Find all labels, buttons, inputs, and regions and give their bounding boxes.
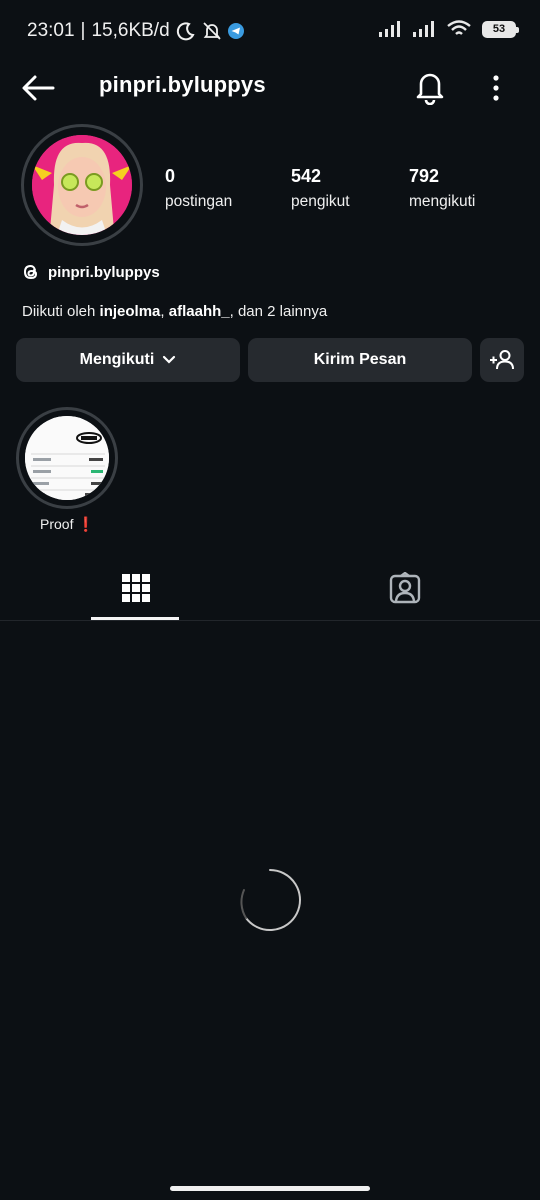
grid-icon[interactable]	[121, 572, 151, 604]
notification-bell-icon[interactable]	[414, 69, 446, 105]
signal-icon-1	[379, 21, 400, 37]
send-message-button-label: Kirim Pesan	[313, 351, 407, 368]
followed-by-user2: aflaahh_	[168, 303, 230, 320]
more-options-icon[interactable]	[484, 74, 508, 102]
suggest-user-button[interactable]	[480, 338, 524, 382]
followed-by-others: 2 lainnya	[267, 303, 328, 320]
stat-followers-label: pengikut	[291, 193, 350, 210]
status-net-speed: 15,6KB/d	[91, 20, 170, 41]
stat-posts[interactable]: 0 postingan	[165, 166, 232, 211]
highlight-label-row: Proof ❗	[40, 516, 95, 533]
tagged-photos-icon[interactable]	[389, 572, 421, 604]
stat-following[interactable]: 792 mengikuti	[409, 166, 475, 211]
stat-posts-count: 0	[165, 166, 176, 186]
highlight-emoji: ❗	[77, 516, 95, 532]
status-left: 23:01 | 15,6KB/d	[27, 20, 244, 42]
profile-username: pinpri.byluppys	[99, 72, 266, 97]
following-button-label: Mengikuti	[79, 351, 155, 368]
highlight-thumbnail	[25, 416, 109, 500]
bell-muted-icon	[203, 22, 221, 40]
avatar[interactable]	[32, 135, 132, 235]
back-arrow-icon[interactable]	[20, 72, 56, 104]
avatar-illustration	[32, 135, 132, 235]
add-person-icon	[490, 350, 514, 370]
chevron-down-icon	[163, 355, 176, 364]
followed-by-user1: injeolma	[99, 303, 161, 320]
tab-divider	[0, 620, 540, 621]
following-button[interactable]: Mengikuti	[16, 338, 240, 382]
threads-badge[interactable]: pinpri.byluppys	[22, 262, 160, 282]
send-message-button[interactable]: Kirim Pesan	[248, 338, 472, 382]
telegram-icon	[227, 23, 244, 39]
followed-by-sep: ,	[160, 303, 165, 320]
status-separator: |	[80, 20, 86, 41]
battery-icon: 53	[482, 20, 519, 38]
status-time: 23:01	[27, 20, 75, 41]
followed-by-text[interactable]: Diikuti oleh injeolma, aflaahh_, dan 2 l…	[22, 303, 327, 320]
stat-following-label: mengikuti	[409, 193, 476, 210]
followed-by-suffix: , dan	[229, 303, 263, 320]
threads-icon	[23, 264, 38, 280]
highlight-label: Proof	[40, 516, 74, 532]
moon-icon	[176, 22, 195, 41]
signal-icon-2	[413, 21, 434, 37]
followed-by-prefix: Diikuti oleh	[22, 303, 96, 320]
stat-posts-label: postingan	[165, 193, 233, 210]
battery-level: 53	[492, 22, 506, 35]
stat-following-count: 792	[409, 166, 440, 186]
wifi-icon	[447, 20, 471, 35]
threads-handle: pinpri.byluppys	[48, 263, 160, 281]
status-icons: 53	[378, 20, 519, 38]
loading-spinner-icon	[240, 869, 301, 931]
home-indicator[interactable]	[170, 1186, 370, 1191]
highlight-proof[interactable]	[25, 416, 109, 500]
stat-followers[interactable]: 542 pengikut	[291, 166, 350, 211]
stat-followers-count: 542	[291, 166, 322, 186]
